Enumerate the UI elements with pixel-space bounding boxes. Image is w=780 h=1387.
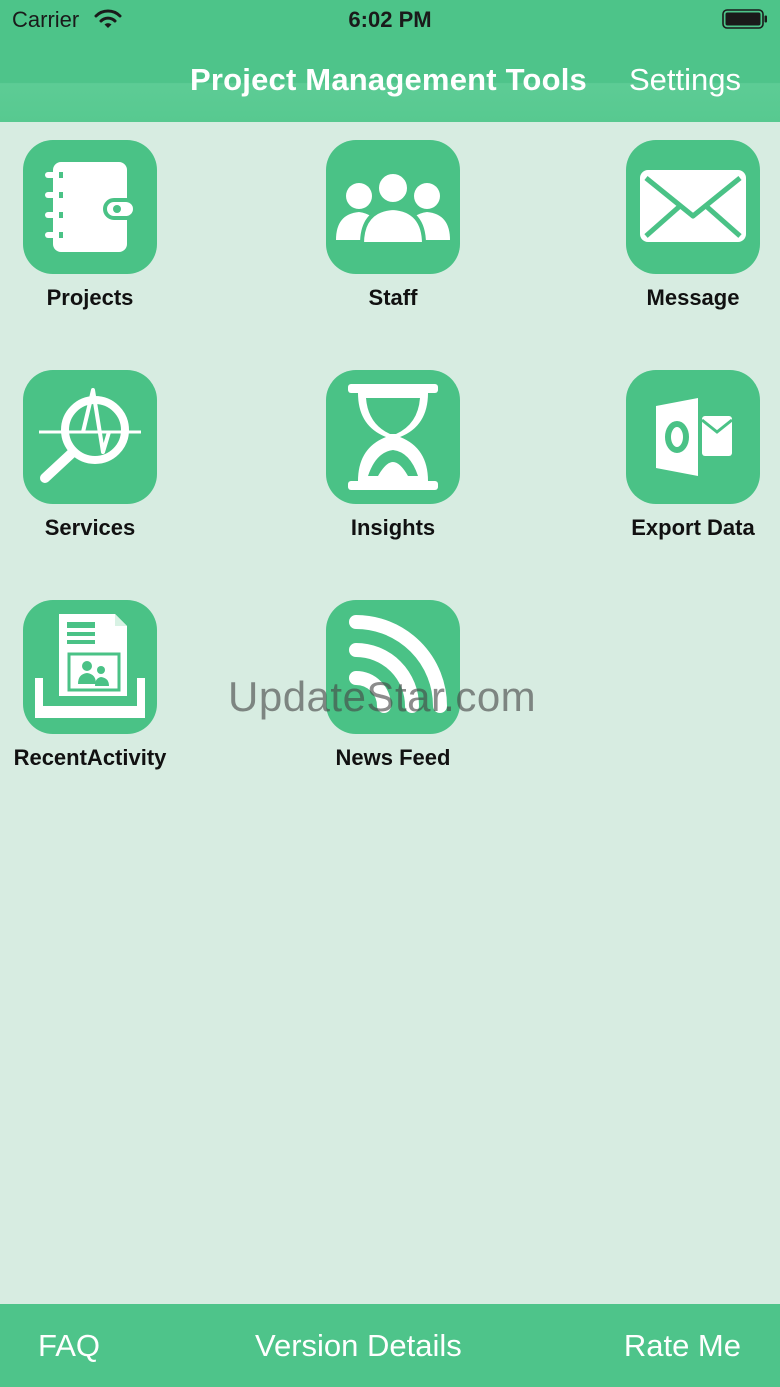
tile-insights-label: Insights [350,515,436,540]
rss-icon [349,615,447,713]
clock: 6:02 PM [348,7,432,32]
status-bar: Carrier 6:02 PM [0,0,780,40]
tile-services-label: Services [44,515,136,540]
bottom-bar: FAQ Version Details Rate Me [0,1304,780,1387]
rate-me-button[interactable]: Rate Me [624,1328,741,1364]
tile-projects-label: Projects [46,285,134,310]
magnifier-pulse-icon [39,388,141,483]
battery-icon [722,9,767,29]
document-tray-icon [35,614,145,718]
hourglass-icon [348,384,438,490]
tile-recent-activity-icon-box [23,600,157,734]
tile-projects-icon-box [23,140,157,274]
tile-news-feed-label: News Feed [335,745,451,770]
faq-button[interactable]: FAQ [38,1328,100,1364]
version-details-button[interactable]: Version Details [255,1328,462,1364]
outlook-icon [656,398,733,476]
app-screen: Carrier 6:02 PM Project Management Tools… [0,0,780,1387]
envelope-icon [640,170,746,242]
tile-insights-icon-box [326,370,460,504]
page-title: Project Management Tools [190,62,587,97]
tile-recent-activity-label: RecentActivity [13,745,167,770]
notebook-icon [45,162,137,252]
tile-message-label: Message [646,285,740,310]
people-icon [336,170,450,246]
tile-news-feed-icon-box [326,600,460,734]
tile-export-data-label: Export Data [631,515,755,540]
nav-bar: Project Management Tools Settings [0,40,780,122]
tile-staff-label: Staff [368,285,418,310]
tile-staff-icon-box [326,140,460,274]
tile-export-data-icon-box [626,370,760,504]
tile-message-icon-box [626,140,760,274]
settings-button[interactable]: Settings [629,62,741,98]
tile-services-icon-box [23,370,157,504]
